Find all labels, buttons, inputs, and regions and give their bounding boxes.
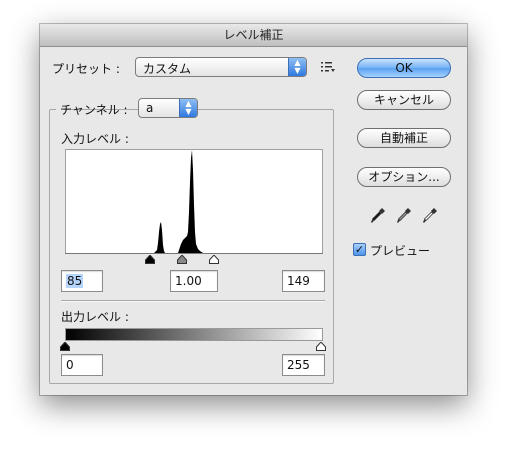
output-white-field[interactable]: 255 [282,354,325,376]
cancel-button[interactable]: キャンセル [357,90,451,110]
output-gradient-bar [65,328,323,341]
input-levels-label: 入力レベル : [61,132,129,146]
channel-legend: チャンネル : a ▲ ▼ [56,97,198,119]
dialog-title: レベル補正 [40,24,467,47]
histogram-baseline [65,253,323,254]
select-arrows-icon: ▲ ▼ [288,58,306,76]
levels-separator [61,300,325,302]
input-black-slider[interactable] [145,253,155,267]
levels-dialog: レベル補正 プリセット : カスタム ▲ ▼ OK キャンセル 自動補正 オプショ… [40,24,467,395]
channel-select[interactable]: a ▲ ▼ [138,98,198,118]
histogram-peak-main [178,150,203,253]
ok-button[interactable]: OK [357,58,451,78]
preset-select[interactable]: カスタム ▲ ▼ [135,57,307,77]
input-gamma-field[interactable]: 1.00 [170,270,218,292]
input-black-field[interactable]: 85 [61,270,103,292]
output-levels-label: 出力レベル : [61,310,129,324]
auto-button[interactable]: 自動補正 [357,128,451,148]
preset-label: プリセット : [52,62,120,76]
gray-point-eyedropper-icon[interactable] [396,207,412,228]
black-point-eyedropper-icon[interactable] [370,207,386,228]
channel-label: チャンネル : [60,103,128,117]
preset-value: カスタム [143,62,192,76]
input-black-value: 85 [66,274,84,288]
input-white-field[interactable]: 149 [282,270,325,292]
input-gamma-slider[interactable] [177,253,187,267]
preview-label: プレビュー [370,244,431,258]
histogram-peak-left [154,222,165,253]
histogram [65,149,323,254]
preset-options-menu-icon[interactable] [320,60,336,74]
output-white-slider[interactable] [316,340,326,354]
white-point-eyedropper-icon[interactable] [422,207,438,228]
output-black-field[interactable]: 0 [61,354,103,376]
output-black-slider[interactable] [60,340,70,354]
input-white-slider[interactable] [209,253,219,267]
channel-value: a [146,101,154,115]
select-arrows-icon: ▲ ▼ [179,99,197,117]
options-button[interactable]: オプション... [357,167,451,187]
preview-checkbox[interactable]: ✓ [353,243,366,256]
